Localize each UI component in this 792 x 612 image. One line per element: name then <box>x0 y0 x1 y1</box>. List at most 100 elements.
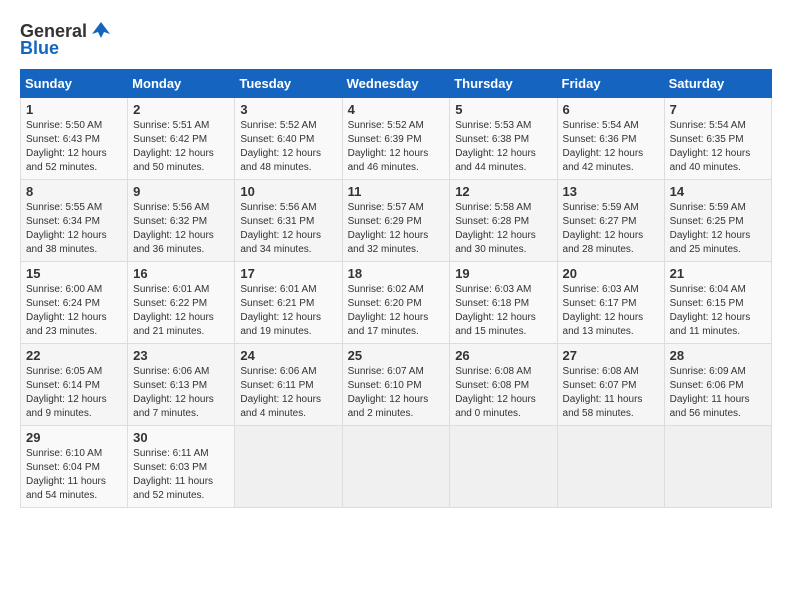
day-info: Sunrise: 5:58 AMSunset: 6:28 PMDaylight:… <box>455 202 536 255</box>
day-number: 9 <box>133 184 229 199</box>
day-number: 16 <box>133 266 229 281</box>
day-number: 30 <box>133 430 229 445</box>
calendar-cell: 5 Sunrise: 5:53 AMSunset: 6:38 PMDayligh… <box>450 98 557 180</box>
day-number: 1 <box>26 102 122 117</box>
logo-blue-text: Blue <box>20 38 59 59</box>
calendar-cell: 10 Sunrise: 5:56 AMSunset: 6:31 PMDaylig… <box>235 180 342 262</box>
calendar-cell: 17 Sunrise: 6:01 AMSunset: 6:21 PMDaylig… <box>235 262 342 344</box>
calendar-cell <box>557 426 664 508</box>
day-info: Sunrise: 5:59 AMSunset: 6:25 PMDaylight:… <box>670 202 751 255</box>
day-number: 4 <box>348 102 445 117</box>
day-info: Sunrise: 5:52 AMSunset: 6:39 PMDaylight:… <box>348 120 429 173</box>
day-number: 15 <box>26 266 122 281</box>
weekday-header-tuesday: Tuesday <box>235 70 342 98</box>
weekday-header-row: SundayMondayTuesdayWednesdayThursdayFrid… <box>21 70 772 98</box>
day-number: 5 <box>455 102 551 117</box>
calendar-cell <box>450 426 557 508</box>
calendar-cell: 25 Sunrise: 6:07 AMSunset: 6:10 PMDaylig… <box>342 344 450 426</box>
page-container: General Blue SundayMondayTuesdayWednesda… <box>20 20 772 508</box>
day-number: 17 <box>240 266 336 281</box>
calendar-cell: 30 Sunrise: 6:11 AMSunset: 6:03 PMDaylig… <box>128 426 235 508</box>
day-number: 18 <box>348 266 445 281</box>
calendar-table: SundayMondayTuesdayWednesdayThursdayFrid… <box>20 69 772 508</box>
logo-bird-icon <box>90 20 112 42</box>
day-info: Sunrise: 5:56 AMSunset: 6:31 PMDaylight:… <box>240 202 321 255</box>
week-row-3: 15 Sunrise: 6:00 AMSunset: 6:24 PMDaylig… <box>21 262 772 344</box>
calendar-cell: 16 Sunrise: 6:01 AMSunset: 6:22 PMDaylig… <box>128 262 235 344</box>
day-info: Sunrise: 6:05 AMSunset: 6:14 PMDaylight:… <box>26 366 107 419</box>
day-info: Sunrise: 6:01 AMSunset: 6:21 PMDaylight:… <box>240 284 321 337</box>
day-number: 12 <box>455 184 551 199</box>
day-number: 6 <box>563 102 659 117</box>
day-number: 23 <box>133 348 229 363</box>
day-info: Sunrise: 5:56 AMSunset: 6:32 PMDaylight:… <box>133 202 214 255</box>
calendar-cell: 29 Sunrise: 6:10 AMSunset: 6:04 PMDaylig… <box>21 426 128 508</box>
calendar-cell: 4 Sunrise: 5:52 AMSunset: 6:39 PMDayligh… <box>342 98 450 180</box>
day-info: Sunrise: 6:02 AMSunset: 6:20 PMDaylight:… <box>348 284 429 337</box>
day-number: 11 <box>348 184 445 199</box>
day-number: 28 <box>670 348 766 363</box>
day-info: Sunrise: 6:08 AMSunset: 6:08 PMDaylight:… <box>455 366 536 419</box>
header: General Blue <box>20 20 772 59</box>
day-info: Sunrise: 5:54 AMSunset: 6:36 PMDaylight:… <box>563 120 644 173</box>
week-row-4: 22 Sunrise: 6:05 AMSunset: 6:14 PMDaylig… <box>21 344 772 426</box>
day-number: 8 <box>26 184 122 199</box>
day-info: Sunrise: 6:01 AMSunset: 6:22 PMDaylight:… <box>133 284 214 337</box>
day-info: Sunrise: 6:08 AMSunset: 6:07 PMDaylight:… <box>563 366 643 419</box>
day-info: Sunrise: 6:04 AMSunset: 6:15 PMDaylight:… <box>670 284 751 337</box>
logo: General Blue <box>20 20 113 59</box>
day-info: Sunrise: 5:53 AMSunset: 6:38 PMDaylight:… <box>455 120 536 173</box>
calendar-cell <box>235 426 342 508</box>
calendar-cell <box>342 426 450 508</box>
calendar-cell: 15 Sunrise: 6:00 AMSunset: 6:24 PMDaylig… <box>21 262 128 344</box>
weekday-header-saturday: Saturday <box>664 70 771 98</box>
weekday-header-thursday: Thursday <box>450 70 557 98</box>
day-info: Sunrise: 6:06 AMSunset: 6:11 PMDaylight:… <box>240 366 321 419</box>
day-number: 22 <box>26 348 122 363</box>
day-info: Sunrise: 5:55 AMSunset: 6:34 PMDaylight:… <box>26 202 107 255</box>
day-info: Sunrise: 5:50 AMSunset: 6:43 PMDaylight:… <box>26 120 107 173</box>
calendar-cell: 28 Sunrise: 6:09 AMSunset: 6:06 PMDaylig… <box>664 344 771 426</box>
calendar-cell: 12 Sunrise: 5:58 AMSunset: 6:28 PMDaylig… <box>450 180 557 262</box>
day-number: 7 <box>670 102 766 117</box>
calendar-cell: 24 Sunrise: 6:06 AMSunset: 6:11 PMDaylig… <box>235 344 342 426</box>
calendar-cell: 19 Sunrise: 6:03 AMSunset: 6:18 PMDaylig… <box>450 262 557 344</box>
calendar-cell: 14 Sunrise: 5:59 AMSunset: 6:25 PMDaylig… <box>664 180 771 262</box>
day-number: 26 <box>455 348 551 363</box>
calendar-cell: 27 Sunrise: 6:08 AMSunset: 6:07 PMDaylig… <box>557 344 664 426</box>
weekday-header-sunday: Sunday <box>21 70 128 98</box>
day-number: 25 <box>348 348 445 363</box>
day-info: Sunrise: 6:10 AMSunset: 6:04 PMDaylight:… <box>26 448 106 501</box>
week-row-2: 8 Sunrise: 5:55 AMSunset: 6:34 PMDayligh… <box>21 180 772 262</box>
weekday-header-friday: Friday <box>557 70 664 98</box>
day-number: 21 <box>670 266 766 281</box>
day-number: 10 <box>240 184 336 199</box>
calendar-cell: 11 Sunrise: 5:57 AMSunset: 6:29 PMDaylig… <box>342 180 450 262</box>
calendar-cell: 20 Sunrise: 6:03 AMSunset: 6:17 PMDaylig… <box>557 262 664 344</box>
calendar-cell: 8 Sunrise: 5:55 AMSunset: 6:34 PMDayligh… <box>21 180 128 262</box>
day-number: 14 <box>670 184 766 199</box>
calendar-cell: 22 Sunrise: 6:05 AMSunset: 6:14 PMDaylig… <box>21 344 128 426</box>
day-number: 13 <box>563 184 659 199</box>
calendar-cell: 2 Sunrise: 5:51 AMSunset: 6:42 PMDayligh… <box>128 98 235 180</box>
calendar-cell: 26 Sunrise: 6:08 AMSunset: 6:08 PMDaylig… <box>450 344 557 426</box>
day-info: Sunrise: 5:57 AMSunset: 6:29 PMDaylight:… <box>348 202 429 255</box>
calendar-cell: 18 Sunrise: 6:02 AMSunset: 6:20 PMDaylig… <box>342 262 450 344</box>
day-number: 3 <box>240 102 336 117</box>
day-info: Sunrise: 6:06 AMSunset: 6:13 PMDaylight:… <box>133 366 214 419</box>
day-info: Sunrise: 6:03 AMSunset: 6:17 PMDaylight:… <box>563 284 644 337</box>
calendar-cell: 21 Sunrise: 6:04 AMSunset: 6:15 PMDaylig… <box>664 262 771 344</box>
day-number: 24 <box>240 348 336 363</box>
calendar-cell: 23 Sunrise: 6:06 AMSunset: 6:13 PMDaylig… <box>128 344 235 426</box>
calendar-cell: 7 Sunrise: 5:54 AMSunset: 6:35 PMDayligh… <box>664 98 771 180</box>
day-info: Sunrise: 6:09 AMSunset: 6:06 PMDaylight:… <box>670 366 750 419</box>
day-info: Sunrise: 5:52 AMSunset: 6:40 PMDaylight:… <box>240 120 321 173</box>
day-number: 29 <box>26 430 122 445</box>
weekday-header-wednesday: Wednesday <box>342 70 450 98</box>
calendar-cell: 6 Sunrise: 5:54 AMSunset: 6:36 PMDayligh… <box>557 98 664 180</box>
day-number: 27 <box>563 348 659 363</box>
day-info: Sunrise: 5:59 AMSunset: 6:27 PMDaylight:… <box>563 202 644 255</box>
day-number: 20 <box>563 266 659 281</box>
day-info: Sunrise: 6:07 AMSunset: 6:10 PMDaylight:… <box>348 366 429 419</box>
calendar-cell: 1 Sunrise: 5:50 AMSunset: 6:43 PMDayligh… <box>21 98 128 180</box>
